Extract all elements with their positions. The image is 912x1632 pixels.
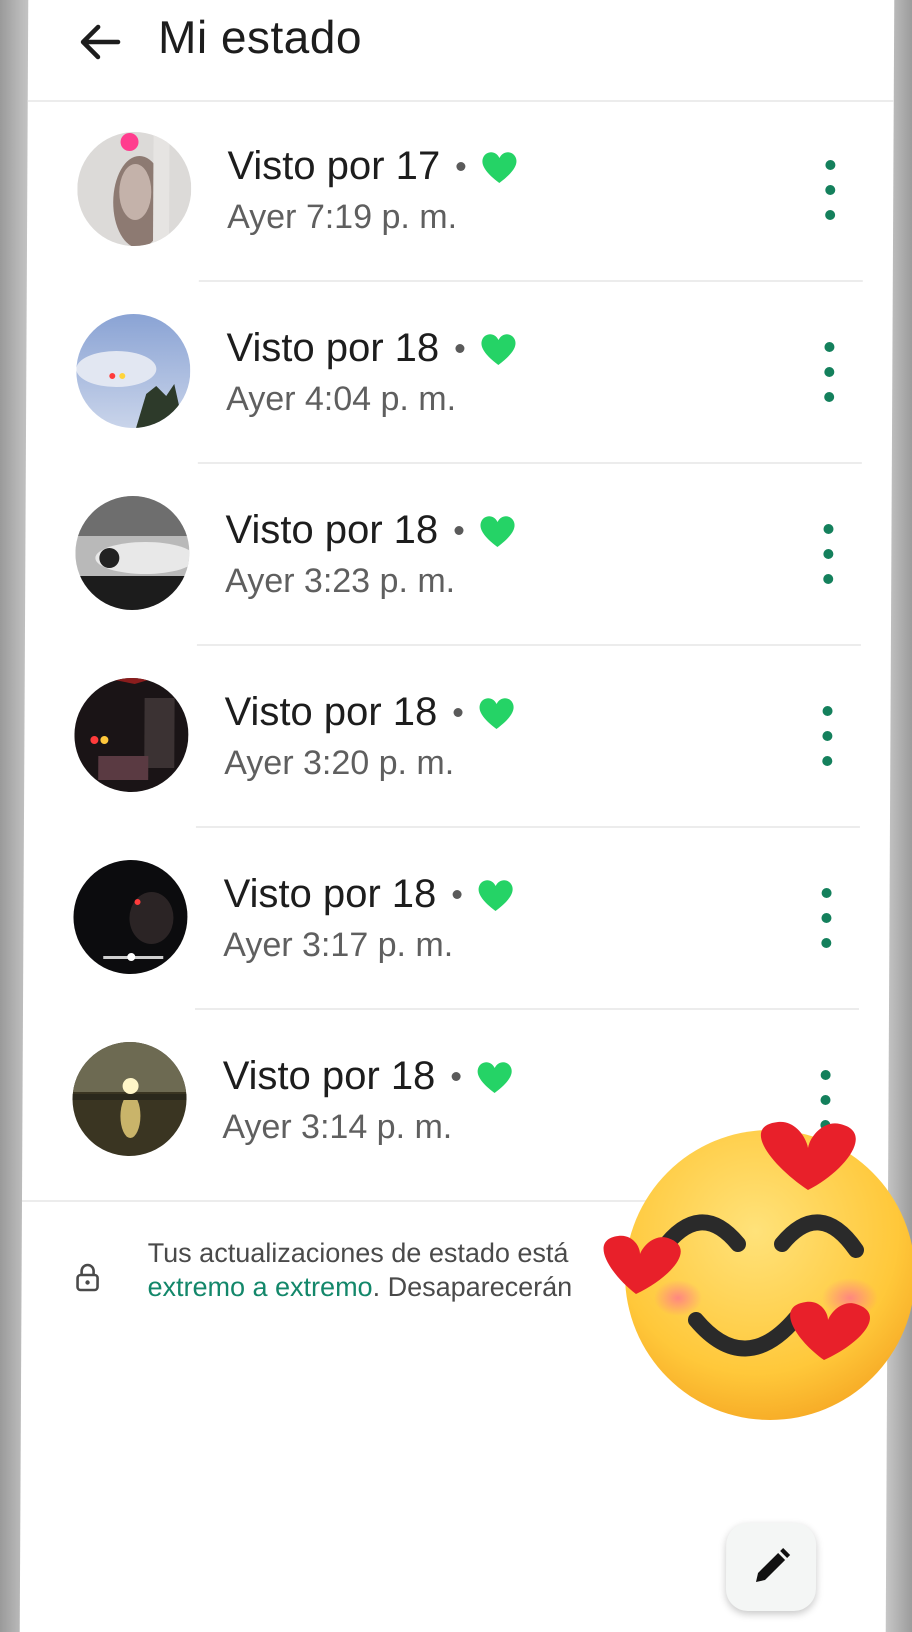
back-button[interactable] xyxy=(70,12,130,72)
heart-icon xyxy=(478,879,513,911)
status-thumbnail[interactable] xyxy=(72,1042,187,1156)
status-thumbnail[interactable] xyxy=(75,496,190,610)
status-time: Ayer 3:23 p. m. xyxy=(225,562,456,600)
pencil-icon xyxy=(755,1548,791,1582)
status-thumbnail[interactable] xyxy=(76,132,192,246)
status-item[interactable]: Visto por 17 Ayer 7:19 p. m. xyxy=(27,100,894,282)
separator-dot xyxy=(451,1072,461,1081)
separator-dot xyxy=(455,344,465,353)
views-label: Visto por 18 xyxy=(224,690,516,735)
views-label: Visto por 18 xyxy=(223,1054,515,1099)
status-thumbnail[interactable] xyxy=(76,314,191,428)
notice-text: Tus actualizaciones de estado está xyxy=(147,1238,569,1268)
heart-icon xyxy=(480,515,515,547)
status-thumbnail[interactable] xyxy=(74,678,189,792)
status-time: Ayer 3:20 p. m. xyxy=(224,744,455,782)
status-time: Ayer 7:19 p. m. xyxy=(227,198,458,236)
status-time: Ayer 3:14 p. m. xyxy=(222,1108,453,1146)
views-label: Visto por 17 xyxy=(227,144,519,189)
separator-dot xyxy=(452,890,462,899)
more-options-icon[interactable] xyxy=(815,160,845,220)
encryption-link[interactable]: extremo a extremo xyxy=(147,1272,372,1302)
heart-icon xyxy=(477,1061,512,1093)
status-thumbnail[interactable] xyxy=(73,860,188,974)
heart-icon xyxy=(482,151,517,183)
arrow-left-icon xyxy=(80,24,121,60)
separator-dot xyxy=(456,162,466,171)
status-time: Ayer 3:17 p. m. xyxy=(223,926,454,964)
status-item[interactable]: Visto por 18 Ayer 3:17 p. m. xyxy=(23,828,890,1010)
heart-icon xyxy=(479,697,514,729)
more-options-icon[interactable] xyxy=(812,706,842,766)
separator-dot xyxy=(454,526,464,535)
status-time: Ayer 4:04 p. m. xyxy=(226,380,457,418)
page-title: Mi estado xyxy=(157,11,363,63)
lock-icon xyxy=(76,1263,99,1292)
views-label: Visto por 18 xyxy=(226,326,518,371)
more-options-icon[interactable] xyxy=(811,888,841,948)
app-bar: Mi estado xyxy=(27,0,895,102)
status-item[interactable]: Visto por 18 Ayer 3:23 p. m. xyxy=(25,464,892,646)
smiling-face-with-hearts-icon xyxy=(603,1121,912,1420)
edit-status-button[interactable] xyxy=(725,1523,817,1611)
views-label: Visto por 18 xyxy=(223,872,515,917)
separator-dot xyxy=(453,708,463,717)
more-options-icon[interactable] xyxy=(814,342,844,402)
more-options-icon[interactable] xyxy=(813,524,843,584)
views-label: Visto por 18 xyxy=(225,508,517,553)
heart-icon xyxy=(481,333,516,365)
status-item[interactable]: Visto por 18 Ayer 3:20 p. m. xyxy=(24,646,891,828)
notice-text: . Desaparecerán xyxy=(372,1272,573,1302)
status-item[interactable]: Visto por 18 Ayer 4:04 p. m. xyxy=(26,282,893,464)
